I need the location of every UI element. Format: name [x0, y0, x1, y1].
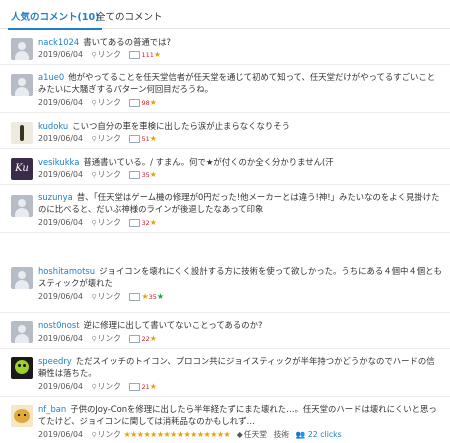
users-icon: 👥 [295, 430, 306, 439]
avatar[interactable] [11, 122, 33, 144]
comment-item: nack1024 書いてあるの普通では? 2019/06/04 リンク 111★ [0, 29, 450, 65]
star-count[interactable]: 35★ [129, 170, 157, 179]
avatar[interactable] [11, 267, 33, 289]
permalink[interactable]: リンク [91, 170, 121, 179]
avatar[interactable] [11, 357, 33, 379]
comment-date: 2019/06/04 [38, 334, 83, 343]
permalink[interactable]: リンク [91, 134, 121, 143]
avatar[interactable] [11, 321, 33, 343]
username[interactable]: nf_ban [38, 404, 66, 414]
comment-date: 2019/06/04 [38, 382, 83, 391]
star-count[interactable]: 32★ [129, 218, 157, 227]
permalink[interactable]: リンク [91, 50, 121, 59]
comment-text: 普通書いている。/ すまん。何で★が付くのか全く分かりません(汗 [83, 157, 334, 167]
comment-date: 2019/06/04 [38, 50, 83, 59]
comment-item: suzunya 昔、「任天堂はゲーム機の修理が0円だった!他メーカーとは違う!神!… [0, 185, 450, 233]
permalink[interactable]: リンク [91, 382, 121, 391]
star-count[interactable]: ★35★ [129, 292, 164, 301]
star-list[interactable]: ★★★★★★★★★★★★★★★★ [123, 430, 230, 439]
comment-date: 2019/06/04 [38, 430, 83, 439]
comment-tabs: 人気のコメント(10) 全てのコメント [0, 0, 450, 30]
comment-item: nost0nost 逆に修理に出して書いてないことってあるのか? 2019/06/… [0, 313, 450, 349]
permalink[interactable]: リンク [91, 218, 121, 227]
username[interactable]: nost0nost [38, 320, 80, 330]
star-count[interactable]: 51★ [129, 134, 157, 143]
comment-item: hoshitamotsu ジョイコンを壊れにくく設計する方に技術を使って欲しかった… [0, 233, 450, 313]
username[interactable]: a1ue0 [38, 72, 64, 82]
comment-text: ジョイコンを壊れにくく設計する方に技術を使って欲しかった。うちにある４個中４個と… [38, 266, 442, 288]
comment-date: 2019/06/04 [38, 170, 83, 179]
star-icon [129, 99, 141, 107]
avatar[interactable] [11, 195, 33, 217]
star-icon [129, 51, 141, 59]
comment-item: nf_ban 子供のJoy-Conを修理に出したら半年経たずにまた壊れた…。任天堂… [0, 397, 450, 443]
star-count[interactable]: 21★ [129, 382, 157, 391]
star-count[interactable]: 22★ [129, 334, 157, 343]
username[interactable]: speedry [38, 356, 72, 366]
username[interactable]: nack1024 [38, 37, 79, 47]
permalink[interactable]: リンク [91, 334, 121, 343]
avatar[interactable]: Ku [11, 158, 33, 180]
tag-nintendo[interactable]: 任天堂 [244, 430, 267, 439]
permalink[interactable]: リンク [91, 430, 121, 439]
tab-all-comments[interactable]: 全てのコメント [96, 9, 163, 23]
star-icon [129, 293, 141, 301]
username[interactable]: kudoku [38, 121, 68, 131]
comment-item: Ku vesikukka 普通書いている。/ すまん。何で★が付くのか全く分かりま… [0, 149, 450, 185]
comment-date: 2019/06/04 [38, 98, 83, 107]
tag-tech[interactable]: 技術 [274, 430, 290, 439]
tab-popular-comments[interactable]: 人気のコメント(10) [7, 9, 103, 30]
star-count[interactable]: 98★ [129, 98, 157, 107]
star-icon [129, 335, 141, 343]
comment-text: 書いてあるの普通では? [83, 37, 171, 47]
permalink[interactable]: リンク [91, 292, 121, 301]
comment-date: 2019/06/04 [38, 134, 83, 143]
username[interactable]: vesikukka [38, 157, 79, 167]
avatar[interactable] [11, 405, 33, 427]
star-icon [129, 171, 141, 179]
username[interactable]: hoshitamotsu [38, 266, 95, 276]
username[interactable]: suzunya [38, 192, 73, 202]
comment-item: speedry ただスイッチのトイコン、プロコン共にジョイスティックが半年持つかど… [0, 349, 450, 397]
avatar[interactable] [11, 74, 33, 96]
comment-text: 逆に修理に出して書いてないことってあるのか? [83, 320, 263, 330]
comment-item: a1ue0 他がやってることを任天堂信者が任天堂を通じて初めて知って、任天堂だけが… [0, 65, 450, 113]
star-icon [129, 219, 141, 227]
tag-icon: ◆ [236, 430, 243, 439]
comment-text: 昔、「任天堂はゲーム機の修理が0円だった!他メーカーとは違う!神!」みたいなのを… [38, 192, 440, 214]
comment-text: 子供のJoy-Conを修理に出したら半年経たずにまた壊れた…。任天堂のハードは壊… [38, 404, 437, 426]
comment-item: kudoku こいつ自分の車を車検に出したら涙が止まらなくなりそう 2019/06… [0, 113, 450, 149]
comment-date: 2019/06/04 [38, 292, 83, 301]
star-icon [129, 135, 141, 143]
comment-text: 他がやってることを任天堂信者が任天堂を通じて初めて知って、任天堂だけがやってるす… [38, 72, 436, 94]
comment-date: 2019/06/04 [38, 218, 83, 227]
star-count[interactable]: 111★ [129, 50, 161, 59]
permalink[interactable]: リンク [91, 98, 121, 107]
comment-text: ただスイッチのトイコン、プロコン共にジョイスティックが半年持つかどうかなのでハー… [38, 356, 435, 378]
star-icon [129, 383, 141, 391]
clicks-count[interactable]: 👥 22 clicks [296, 430, 342, 439]
avatar[interactable] [11, 38, 33, 60]
comment-text: こいつ自分の車を車検に出したら涙が止まらなくなりそう [72, 121, 290, 131]
